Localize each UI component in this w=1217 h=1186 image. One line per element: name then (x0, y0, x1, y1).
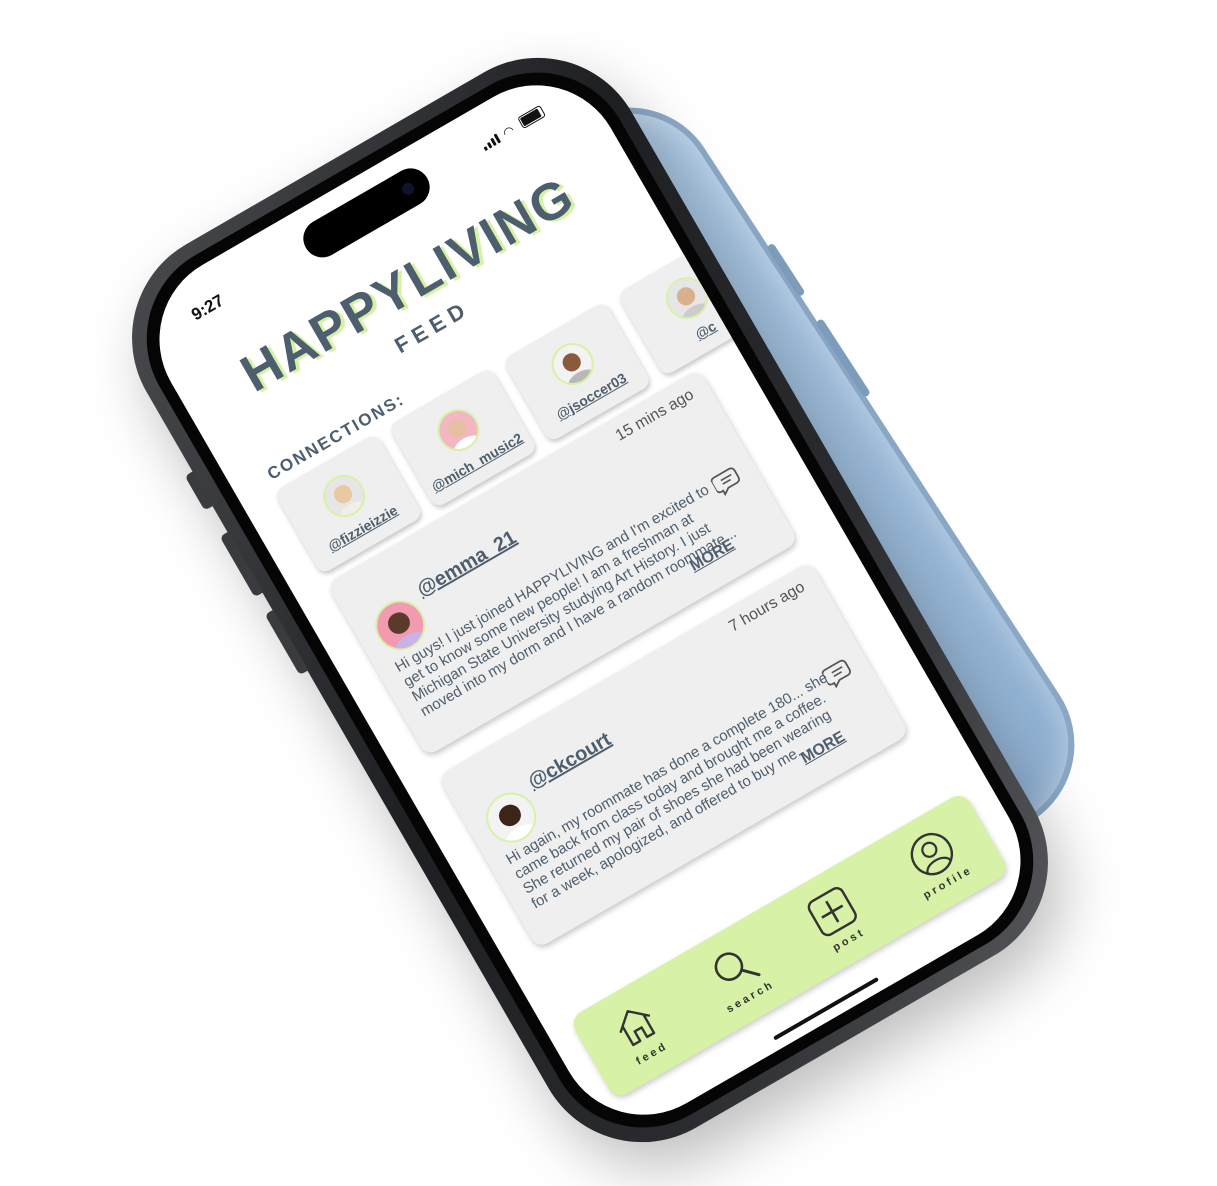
nav-post[interactable]: post (801, 880, 872, 957)
battery-icon (517, 104, 547, 130)
post-author-link[interactable]: @emma_21 (413, 527, 520, 602)
action-button (184, 471, 214, 511)
avatar (658, 269, 716, 327)
side-button (815, 318, 872, 398)
nav-search[interactable]: search (699, 935, 777, 1015)
side-button (766, 242, 806, 298)
status-icons: ◠ (479, 104, 547, 152)
nav-feed[interactable]: feed (604, 994, 675, 1071)
signal-icon (481, 133, 502, 152)
nav-profile[interactable]: profile (896, 821, 975, 902)
avatar (315, 467, 373, 525)
screen: 9:27 ◠ HAPPYLIVING FEED CONNECTIONS: @fi… (128, 53, 1052, 1147)
post-body: Hi again, my roommate has done a complet… (503, 669, 835, 913)
avatar (544, 335, 602, 393)
wifi-icon: ◠ (499, 122, 518, 141)
post-time: 7 hours ago (726, 578, 808, 636)
status-time: 9:27 (188, 290, 228, 325)
avatar (429, 401, 488, 459)
post-author-link[interactable]: @ckcourt (524, 728, 615, 794)
connection-handle[interactable]: @c (692, 318, 719, 343)
